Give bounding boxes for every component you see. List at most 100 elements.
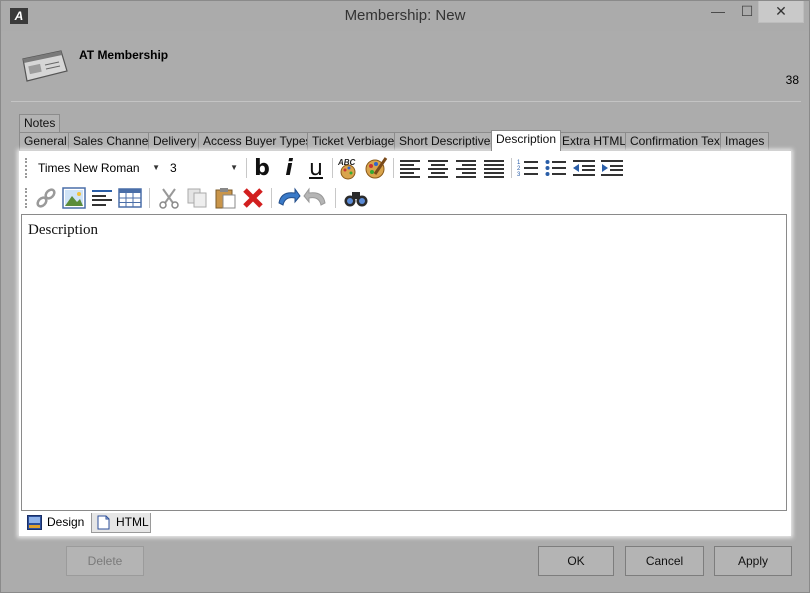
numbered-list-icon: 1 2 3 — [517, 160, 538, 178]
toolbar-separator — [271, 188, 272, 208]
color-palette-button[interactable] — [363, 156, 389, 180]
spell-check-icon: ABC — [337, 158, 356, 180]
toolbar-grip[interactable] — [25, 188, 28, 208]
tab-access-buyer-types[interactable]: Access Buyer Types — [198, 132, 317, 151]
tab-delivery[interactable]: Delivery — [148, 132, 202, 151]
tab-general[interactable]: General — [19, 132, 72, 151]
align-right-button[interactable] — [453, 156, 479, 180]
paragraph-icon — [92, 190, 112, 206]
toolbar-separator — [246, 158, 247, 178]
window-title: Membership: New — [344, 7, 466, 24]
tab-html-label: HTML — [116, 515, 149, 529]
tab-confirmation-text[interactable]: Confirmation Text — [625, 132, 729, 151]
minimize-button[interactable]: — — [701, 1, 735, 23]
delete-button[interactable] — [240, 186, 266, 210]
tab-design-label: Design — [47, 515, 85, 529]
justify-button[interactable] — [481, 156, 507, 180]
italic-button[interactable]: i — [276, 155, 302, 181]
editor-content-text: Description — [28, 222, 98, 238]
underline-icon: u — [309, 155, 323, 181]
ok-button[interactable]: OK — [538, 546, 614, 576]
align-right-icon — [456, 160, 476, 178]
delete-record-button[interactable]: Delete — [66, 546, 144, 576]
align-center-button[interactable] — [425, 156, 451, 180]
tab-extra-html[interactable]: Extra HTML — [557, 132, 632, 151]
scissors-icon — [159, 188, 179, 209]
tab-design[interactable]: Design — [23, 513, 89, 533]
ordered-list-button[interactable]: 1 2 3 — [515, 156, 541, 180]
insert-toolbar — [23, 184, 783, 212]
header-panel: AT Membership 38 — [9, 35, 803, 101]
align-left-button[interactable] — [397, 156, 423, 180]
italic-icon: i — [285, 155, 293, 181]
format-toolbar: Times New Roman ▼ 3 ▼ b i u ABC 1 2 3 — [23, 154, 783, 182]
chevron-down-icon: ▼ — [230, 163, 238, 172]
cut-button[interactable] — [156, 186, 182, 210]
tab-ticket-verbiage[interactable]: Ticket Verbiage — [307, 132, 400, 151]
align-center-icon — [428, 160, 448, 178]
binoculars-icon — [344, 192, 368, 207]
red-x-icon — [243, 188, 263, 208]
toolbar-grip[interactable] — [25, 158, 28, 178]
tab-images[interactable]: Images — [720, 132, 770, 151]
font-family-select[interactable]: Times New Roman ▼ — [33, 158, 163, 178]
header-count: 38 — [785, 73, 799, 87]
design-icon — [27, 515, 42, 530]
copy-button[interactable] — [184, 186, 210, 210]
header-title: AT Membership — [79, 48, 169, 62]
apply-button[interactable]: Apply — [714, 546, 792, 576]
outdent-icon — [573, 160, 595, 176]
tab-notes[interactable]: Notes — [19, 114, 61, 133]
spell-check-button[interactable]: ABC — [336, 156, 362, 180]
table-icon — [118, 188, 142, 208]
tab-html[interactable]: HTML — [91, 513, 151, 533]
cancel-button[interactable]: Cancel — [625, 546, 704, 576]
header-divider — [11, 101, 801, 102]
paragraph-button[interactable] — [89, 186, 115, 210]
close-button[interactable]: ✕ — [758, 1, 804, 23]
find-button[interactable] — [343, 186, 369, 210]
copy-icon — [187, 188, 207, 208]
tab-sales-channel[interactable]: Sales Channel — [68, 132, 157, 151]
dialog-window: A Membership: New — ☐ ✕ AT Membership 38… — [0, 0, 810, 593]
font-family-value: Times New Roman — [38, 161, 140, 175]
redo-button[interactable] — [303, 186, 329, 210]
toolbar-separator — [332, 158, 333, 178]
svg-text:3: 3 — [517, 172, 521, 178]
toolbar-separator — [393, 158, 394, 178]
outdent-button[interactable] — [571, 156, 597, 180]
toolbar-separator — [335, 188, 336, 208]
toolbar-separator — [149, 188, 150, 208]
insert-link-button[interactable] — [33, 186, 59, 210]
paste-clipboard-icon — [215, 188, 236, 209]
font-size-select[interactable]: 3 ▼ — [165, 158, 241, 178]
align-justify-icon — [484, 160, 504, 178]
toolbar-separator — [511, 158, 512, 178]
indent-icon — [601, 160, 623, 176]
membership-card-icon — [22, 50, 68, 82]
tab-short-descriptives[interactable]: Short Descriptives — [394, 132, 502, 151]
bullet-list-icon — [545, 160, 566, 176]
paste-button[interactable] — [212, 186, 238, 210]
html-document-icon — [97, 515, 110, 530]
tab-description[interactable]: Description — [491, 130, 562, 151]
maximize-button[interactable]: ☐ — [735, 1, 759, 23]
html-editor: Times New Roman ▼ 3 ▼ b i u ABC 1 2 3 De… — [19, 151, 791, 536]
bullet-list-button[interactable] — [543, 156, 569, 180]
title-bar[interactable]: A Membership: New — ☐ ✕ — [1, 1, 809, 31]
underline-button[interactable]: u — [303, 155, 329, 181]
undo-icon — [278, 187, 301, 206]
chevron-down-icon: ▼ — [152, 163, 160, 172]
indent-button[interactable] — [599, 156, 625, 180]
redo-icon — [303, 187, 326, 206]
bold-icon: b — [254, 155, 270, 181]
image-icon — [62, 187, 86, 209]
editor-content-area[interactable]: Description — [21, 214, 787, 511]
link-chain-icon — [36, 188, 56, 208]
undo-button[interactable] — [275, 186, 301, 210]
insert-image-button[interactable] — [61, 186, 87, 210]
insert-table-button[interactable] — [117, 186, 143, 210]
align-left-icon — [400, 160, 420, 178]
font-size-value: 3 — [170, 161, 177, 175]
bold-button[interactable]: b — [249, 155, 275, 181]
